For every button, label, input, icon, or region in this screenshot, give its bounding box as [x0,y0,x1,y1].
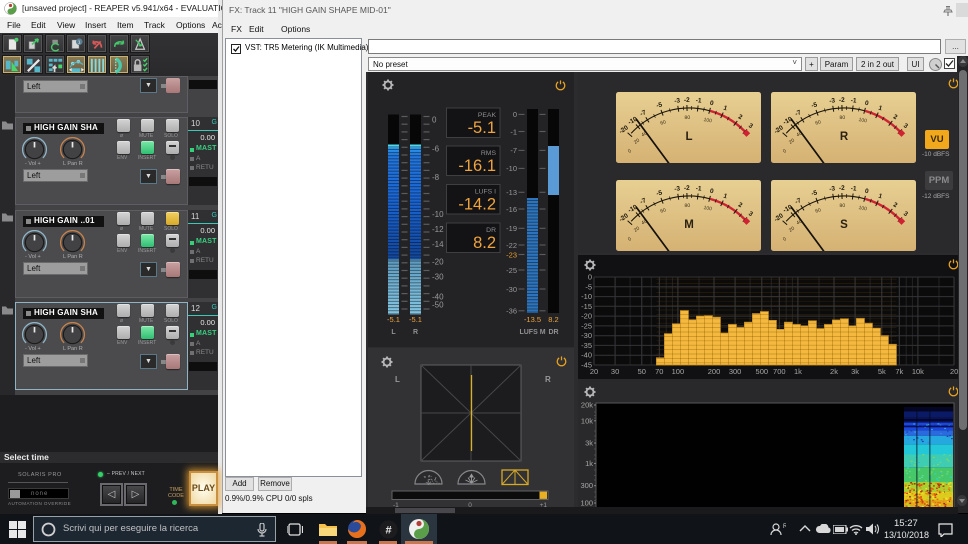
svg-text:300: 300 [729,367,742,376]
svg-text:R: R [545,375,551,384]
svg-text:-8: -8 [432,173,440,182]
svg-text:-25: -25 [581,321,592,330]
svg-text:M: M [684,219,694,231]
svg-text:R: R [783,524,786,530]
svg-text:-5.1: -5.1 [387,315,400,324]
svg-text:-20: -20 [581,312,592,321]
svg-text:-23: -23 [506,250,517,259]
svg-text:-1: -1 [510,127,517,136]
svg-text:-16: -16 [506,205,517,214]
svg-text:LUFS I: LUFS I [475,189,496,196]
svg-text:3k: 3k [851,367,859,376]
svg-text:L: L [395,375,400,384]
svg-text:-5.1: -5.1 [409,315,422,324]
svg-text:-10: -10 [432,210,444,219]
svg-text:-6: -6 [432,144,440,153]
svg-text:700: 700 [773,367,786,376]
svg-text:8.2: 8.2 [473,234,496,252]
svg-text:10k: 10k [581,416,593,425]
svg-text:S: S [840,219,848,231]
svg-text:2k: 2k [830,367,838,376]
svg-text:-13.5: -13.5 [524,315,541,324]
svg-text:-16.1: -16.1 [458,157,496,175]
svg-text:30: 30 [611,367,619,376]
svg-text:50: 50 [638,367,646,376]
svg-text:500: 500 [756,367,769,376]
svg-text:8.2: 8.2 [548,315,558,324]
svg-text:20: 20 [950,367,958,376]
svg-text:20: 20 [590,367,598,376]
svg-text:100: 100 [672,367,685,376]
svg-text:-20: -20 [432,257,444,266]
svg-text:1: 1 [78,40,81,45]
svg-text:PEAK: PEAK [478,112,497,119]
svg-text:-15: -15 [581,302,592,311]
svg-text:0: 0 [588,273,592,282]
svg-text:R: R [413,329,418,336]
svg-text:-7: -7 [510,146,517,155]
svg-text:7k: 7k [895,367,903,376]
svg-text:20k: 20k [581,401,593,410]
svg-text:-5: -5 [585,282,592,291]
svg-text:1k: 1k [794,367,802,376]
svg-text:1k: 1k [585,459,593,468]
svg-text:70: 70 [655,367,663,376]
svg-text:10k: 10k [912,367,924,376]
svg-text:-10: -10 [581,292,592,301]
svg-text:R: R [840,131,849,143]
svg-text:-25: -25 [506,266,517,275]
svg-text:-14: -14 [432,240,444,249]
svg-text:-5.1: -5.1 [468,119,496,137]
svg-text:3k: 3k [585,439,593,448]
svg-text:0: 0 [513,110,517,119]
svg-text:-36: -36 [506,307,517,316]
svg-text:200: 200 [708,367,721,376]
svg-text:-19: -19 [506,224,517,233]
svg-text:-40: -40 [581,351,592,360]
svg-text:-30: -30 [432,272,444,281]
svg-text:-22: -22 [506,241,517,250]
svg-text:DR: DR [486,227,496,234]
svg-text:DR: DR [548,329,558,336]
svg-text:L: L [685,131,692,143]
svg-text:-35: -35 [581,341,592,350]
svg-text:-30: -30 [506,285,517,294]
svg-text:LUFS M: LUFS M [519,329,545,336]
svg-text:0: 0 [432,115,437,124]
svg-text:#: # [385,525,391,537]
svg-text:-50: -50 [432,300,444,309]
svg-text:-30: -30 [581,331,592,340]
svg-text:L: L [391,329,396,336]
svg-text:-10: -10 [506,164,517,173]
svg-text:-13: -13 [506,188,517,197]
svg-text:-12: -12 [432,225,444,234]
svg-text:-14.2: -14.2 [458,196,496,214]
svg-text:5k: 5k [878,367,886,376]
svg-text:300: 300 [580,481,593,490]
svg-text:RMS: RMS [481,150,497,157]
